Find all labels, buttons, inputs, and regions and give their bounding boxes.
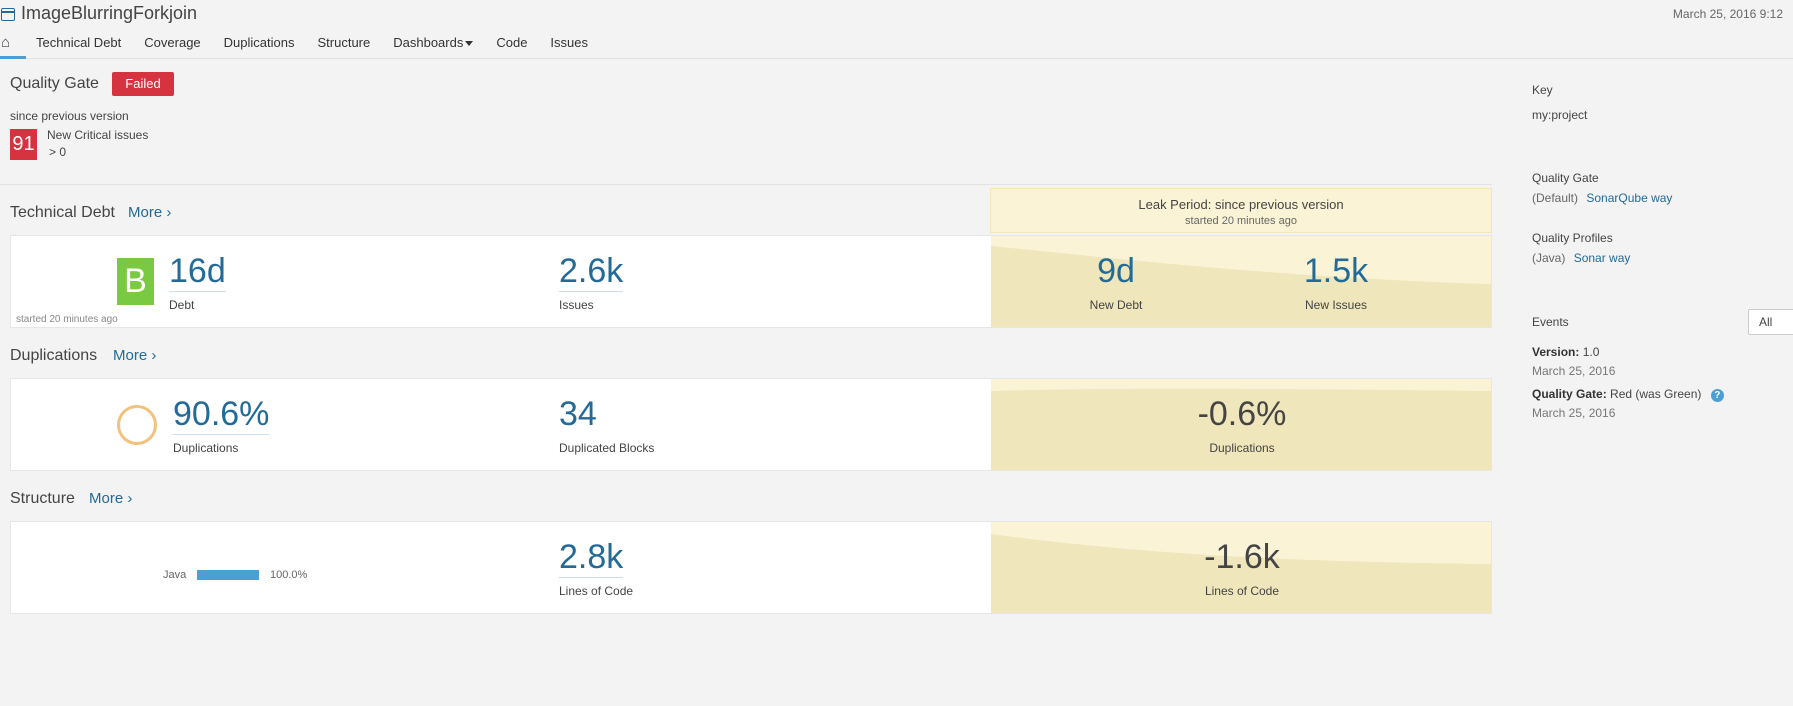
lines-of-code-value-text: 2.8k bbox=[559, 538, 624, 578]
quality-gate-default: (Default) bbox=[1532, 191, 1579, 205]
nav-technical-debt[interactable]: Technical Debt bbox=[36, 33, 121, 53]
technical-debt-title: Technical Debt bbox=[10, 204, 115, 221]
events-filter-select[interactable]: All bbox=[1748, 309, 1793, 335]
debt-value[interactable]: 16d bbox=[169, 252, 226, 292]
event-quality-gate: Quality Gate: Red (was Green) ? bbox=[1532, 387, 1724, 402]
duplications-label: Duplications bbox=[173, 441, 239, 455]
duplications-value-text: 90.6% bbox=[173, 395, 270, 435]
quality-gate-status-badge: Failed bbox=[112, 72, 174, 96]
lines-of-code-label: Lines of Code bbox=[559, 584, 634, 598]
home-icon: ⌂ bbox=[1, 34, 11, 51]
new-issues-label: New Issues bbox=[1304, 298, 1368, 312]
language-bar bbox=[197, 570, 259, 580]
structure-title: Structure bbox=[10, 490, 75, 507]
key-label: Key bbox=[1532, 83, 1553, 97]
duplicated-blocks-value[interactable]: 34 bbox=[559, 395, 597, 433]
duplications-leak-label: Duplications bbox=[1209, 441, 1275, 455]
project-nav: ⌂ Technical Debt Coverage Duplications S… bbox=[0, 33, 611, 59]
project-icon bbox=[1, 8, 15, 21]
duplicated-blocks-value-text: 34 bbox=[559, 395, 597, 433]
leak-background-curve bbox=[991, 236, 1491, 284]
event-version-value: 1.0 bbox=[1582, 345, 1600, 359]
debt-label: Debt bbox=[169, 298, 195, 312]
lines-of-code-value[interactable]: 2.8k bbox=[559, 538, 624, 578]
issues-value-text: 2.6k bbox=[559, 252, 624, 292]
quality-gate-title: Quality Gate bbox=[10, 75, 99, 92]
nav-dashboards[interactable]: Dashboards bbox=[393, 33, 474, 53]
nav-dashboards-label: Dashboards bbox=[393, 35, 464, 50]
key-value: my:project bbox=[1532, 108, 1588, 122]
event-quality-gate-date: March 25, 2016 bbox=[1532, 406, 1616, 420]
language-percent: 100.0% bbox=[270, 569, 308, 581]
debt-rating-badge[interactable]: B bbox=[117, 258, 154, 305]
duplications-title: Duplications bbox=[10, 347, 98, 364]
technical-debt-panel: B 16d Debt 2.6k Issues started 20 minute… bbox=[10, 235, 1492, 328]
quality-gate-label: Quality Gate bbox=[1532, 171, 1599, 185]
leak-area: -0.6% Duplications bbox=[991, 379, 1491, 470]
new-issues-value[interactable]: 1.5k bbox=[1291, 252, 1381, 290]
top-bar: ImageBlurringForkjoin March 25, 2016 9:1… bbox=[0, 0, 1793, 59]
issues-label: Issues bbox=[559, 298, 594, 312]
quality-profile-language: (Java) bbox=[1532, 251, 1566, 265]
quality-gate-link[interactable]: SonarQube way bbox=[1586, 191, 1672, 205]
event-version-label: Version: bbox=[1532, 345, 1580, 359]
loc-leak-value[interactable]: -1.6k bbox=[1141, 538, 1343, 576]
debt-value-text: 16d bbox=[169, 252, 226, 292]
events-label: Events bbox=[1532, 315, 1569, 329]
quality-gate-info: (Default) SonarQube way bbox=[1532, 191, 1672, 205]
quality-gate-condition-label: New Critical issues bbox=[47, 128, 149, 142]
help-icon[interactable]: ? bbox=[1710, 389, 1724, 402]
quality-profile-link[interactable]: Sonar way bbox=[1574, 251, 1631, 265]
structure-more-link[interactable]: More › bbox=[89, 490, 132, 507]
issues-value[interactable]: 2.6k bbox=[559, 252, 624, 292]
structure-panel: Java 100.0% 2.8k Lines of Code -1.6k Lin… bbox=[10, 521, 1492, 614]
event-version-date: March 25, 2016 bbox=[1532, 364, 1616, 378]
quality-gate-condition-value[interactable]: 91 bbox=[10, 129, 37, 160]
nav-home[interactable]: ⌂ bbox=[0, 33, 26, 59]
event-quality-gate-label: Quality Gate: bbox=[1532, 387, 1607, 401]
new-debt-label: New Debt bbox=[1089, 298, 1143, 312]
project-title[interactable]: ImageBlurringForkjoin bbox=[21, 3, 197, 24]
leak-period-header: Leak Period: since previous version star… bbox=[990, 188, 1492, 233]
quality-profiles-info: (Java) Sonar way bbox=[1532, 251, 1630, 265]
quality-gate-since: since previous version bbox=[10, 109, 129, 123]
leak-area: -1.6k Lines of Code bbox=[991, 522, 1491, 613]
language-name: Java bbox=[163, 569, 187, 581]
duplications-donut-icon bbox=[117, 405, 157, 445]
divider bbox=[0, 184, 1492, 185]
duplications-leak-value[interactable]: -0.6% bbox=[1141, 395, 1343, 433]
event-version: Version: 1.0 bbox=[1532, 345, 1599, 359]
leak-period-subtitle: started 20 minutes ago bbox=[1185, 215, 1297, 227]
quality-gate-condition-threshold: > 0 bbox=[49, 145, 67, 159]
event-quality-gate-value: Red (was Green) bbox=[1610, 387, 1702, 401]
duplications-panel: 90.6% Duplications 34 Duplicated Blocks … bbox=[10, 378, 1492, 471]
duplications-more-link[interactable]: More › bbox=[113, 347, 156, 364]
quality-profiles-label: Quality Profiles bbox=[1532, 231, 1613, 245]
leak-period-title: Leak Period: since previous version bbox=[1138, 197, 1344, 212]
new-debt-value[interactable]: 9d bbox=[1071, 252, 1161, 290]
nav-structure[interactable]: Structure bbox=[317, 33, 370, 53]
loc-leak-label: Lines of Code bbox=[1204, 584, 1280, 598]
nav-duplications[interactable]: Duplications bbox=[224, 33, 295, 53]
leak-area: 9d New Debt 1.5k New Issues bbox=[991, 236, 1491, 327]
nav-code[interactable]: Code bbox=[496, 33, 527, 53]
nav-coverage[interactable]: Coverage bbox=[144, 33, 200, 53]
duplicated-blocks-label: Duplicated Blocks bbox=[559, 441, 655, 455]
caret-down-icon bbox=[465, 41, 474, 47]
technical-debt-more-link[interactable]: More › bbox=[128, 204, 171, 221]
analysis-date: March 25, 2016 9:12 bbox=[1672, 7, 1783, 21]
duplications-value[interactable]: 90.6% bbox=[173, 395, 270, 435]
started-note: started 20 minutes ago bbox=[16, 314, 118, 325]
nav-issues[interactable]: Issues bbox=[550, 33, 588, 53]
